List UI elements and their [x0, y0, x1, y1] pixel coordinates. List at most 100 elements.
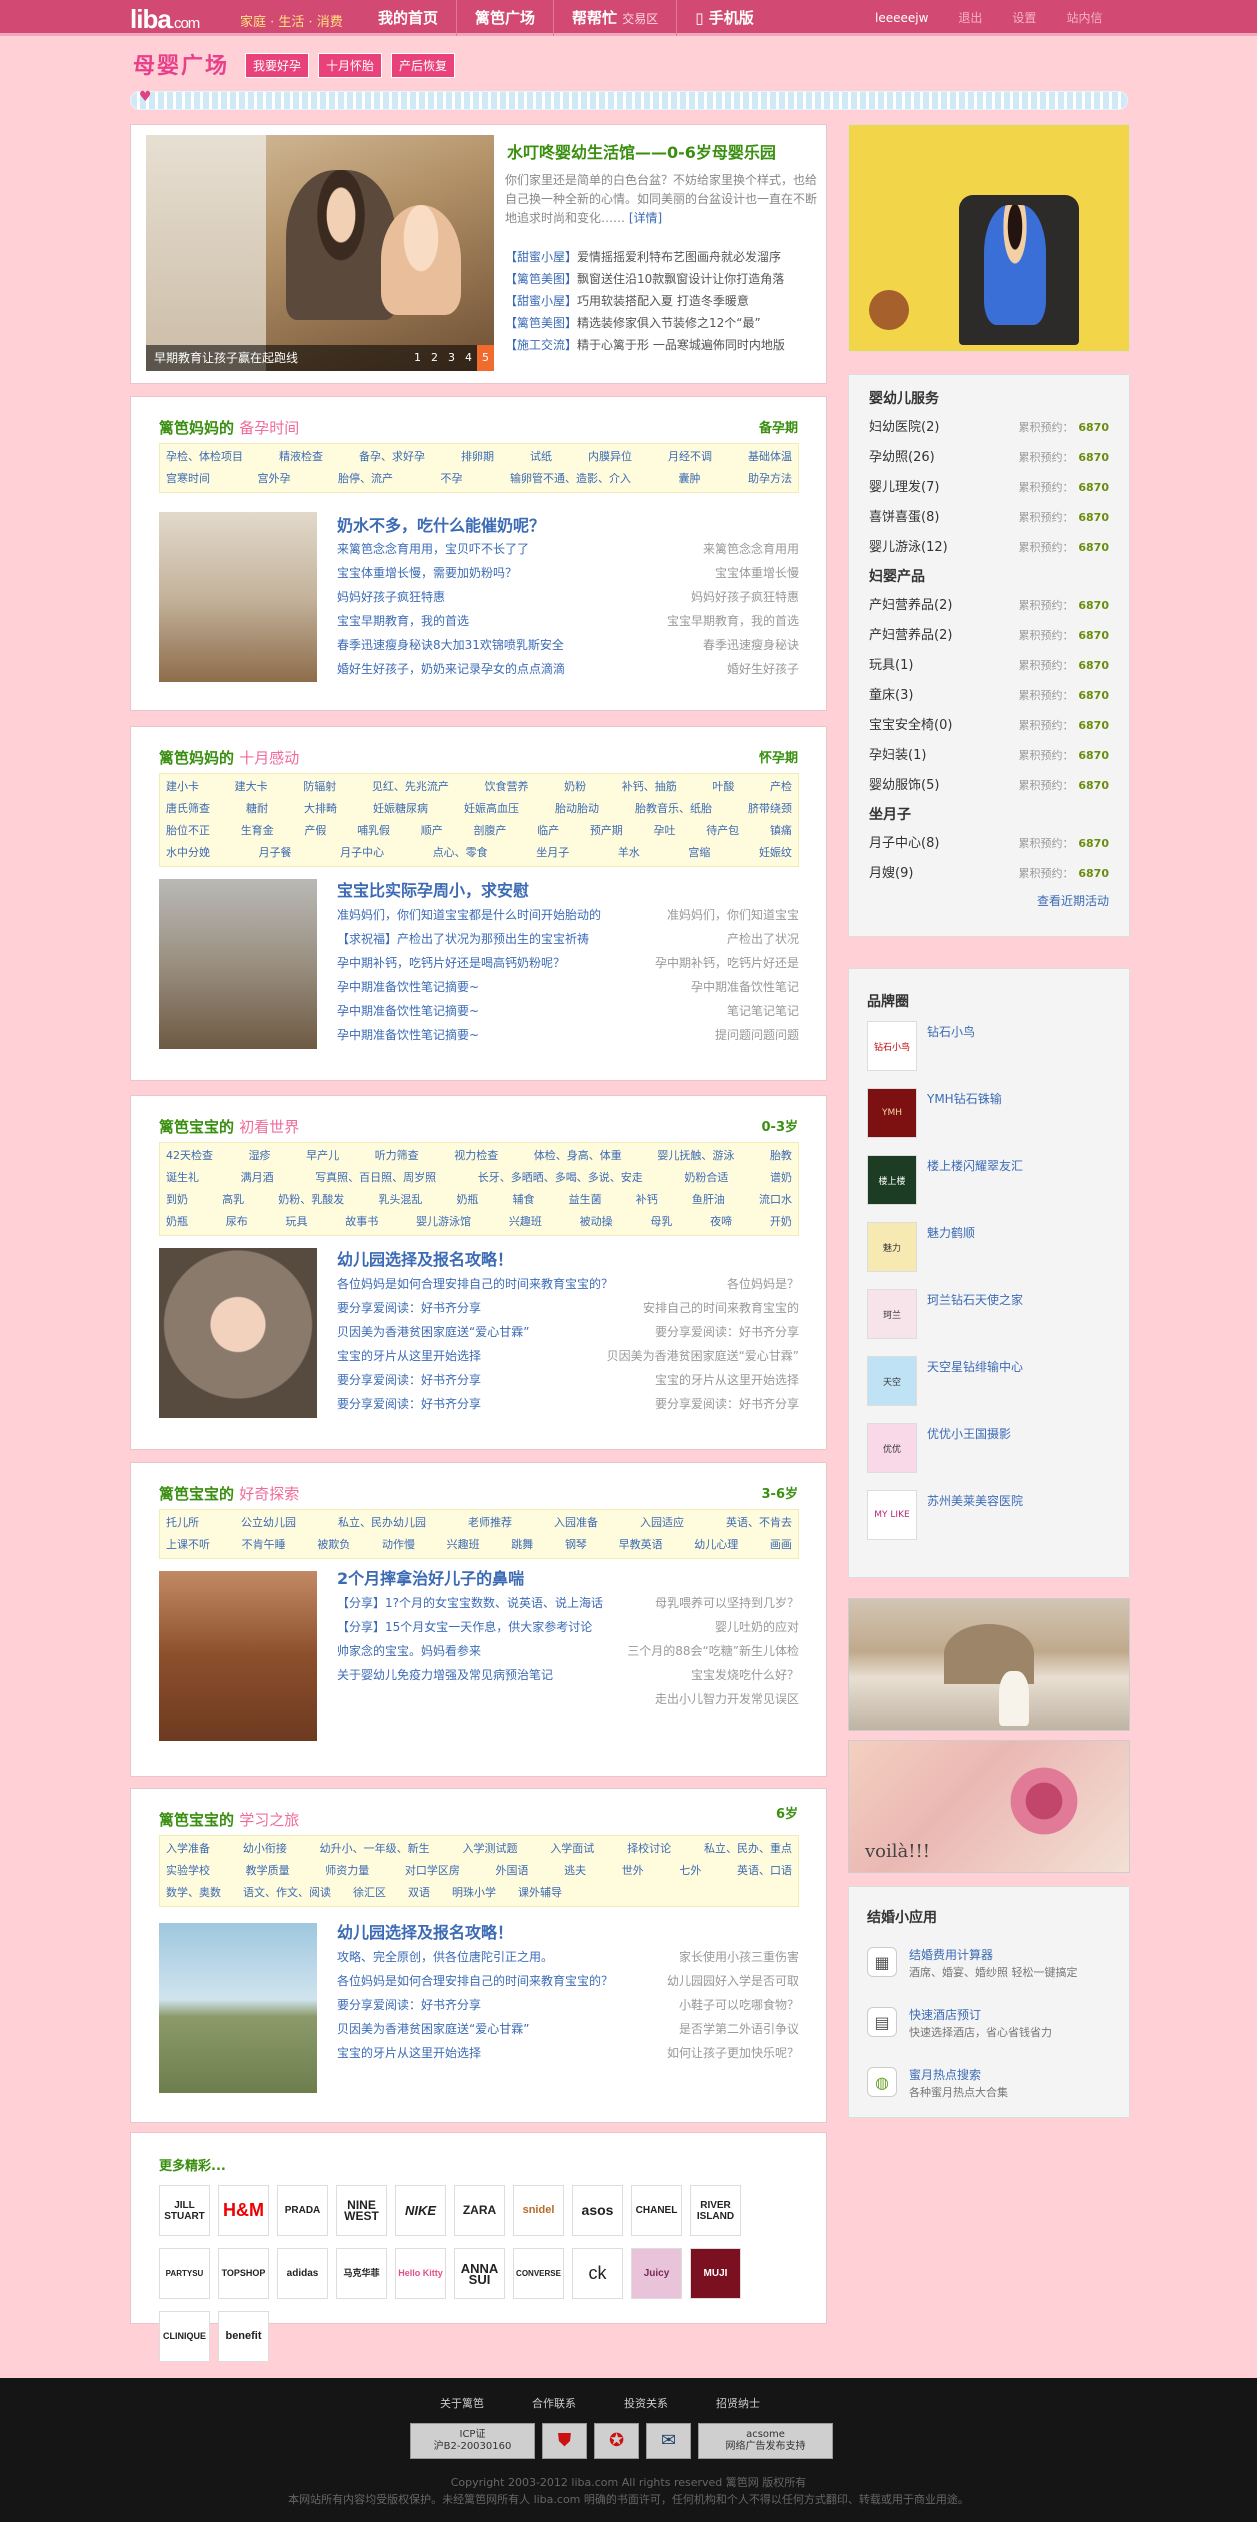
- keyword-link[interactable]: 脐带绕颈: [748, 798, 792, 820]
- service-item[interactable]: 玩具(1) 累积预约： 6870: [869, 651, 1109, 681]
- keyword-link[interactable]: 私立、民办幼儿园: [338, 1512, 426, 1534]
- logout-link[interactable]: 退出: [958, 0, 982, 36]
- list-item[interactable]: 来篱笆念念育用用，宝贝吓不长了了 来篱笆念念育用用: [337, 537, 799, 561]
- tag-button[interactable]: 我要好孕: [245, 53, 310, 78]
- keyword-link[interactable]: 长牙、多晒晒、多喝、多说、安走: [478, 1167, 643, 1189]
- keyword-link[interactable]: 产检: [770, 776, 792, 798]
- keyword-link[interactable]: 跳舞: [511, 1534, 533, 1556]
- keyword-link[interactable]: 奶粉合适: [684, 1167, 728, 1189]
- details-link[interactable]: [详情]: [629, 211, 662, 225]
- keyword-link[interactable]: 点心、零食: [433, 842, 488, 864]
- keyword-link[interactable]: 被欺负: [317, 1534, 350, 1556]
- service-item[interactable]: 产妇营养品(2) 累积预约： 6870: [869, 591, 1109, 621]
- keyword-link[interactable]: 视力检查: [454, 1145, 498, 1167]
- service-item[interactable]: 童床(3) 累积预约： 6870: [869, 681, 1109, 711]
- keyword-link[interactable]: 上课不听: [166, 1534, 210, 1556]
- username-link[interactable]: leeeeejw: [875, 0, 928, 36]
- keyword-link[interactable]: 婴儿游泳馆: [416, 1211, 471, 1233]
- keyword-link[interactable]: 胎停、流产: [338, 468, 393, 490]
- keyword-link[interactable]: 胎教: [770, 1145, 792, 1167]
- keyword-link[interactable]: 剖腹产: [473, 820, 506, 842]
- brand-item[interactable]: 楼上楼 楼上楼闪耀翠友汇: [867, 1155, 1027, 1215]
- keyword-link[interactable]: 坐月子: [536, 842, 569, 864]
- nav-home[interactable]: 我的首页: [360, 0, 458, 36]
- keyword-link[interactable]: 补钙: [636, 1189, 658, 1211]
- keyword-link[interactable]: 大排畸: [304, 798, 337, 820]
- brand-logo[interactable]: H&M: [218, 2185, 269, 2236]
- service-item[interactable]: 产妇营养品(2) 累积预约： 6870: [869, 621, 1109, 651]
- keyword-link[interactable]: 鱼肝油: [692, 1189, 725, 1211]
- keyword-link[interactable]: 月经不调: [668, 446, 712, 468]
- keyword-link[interactable]: 写真照、百日照、周岁照: [315, 1167, 436, 1189]
- section-title[interactable]: 篱笆宝宝的 初看世界: [159, 1116, 299, 1137]
- keyword-link[interactable]: 待产包: [706, 820, 739, 842]
- keyword-link[interactable]: 备孕、求好孕: [359, 446, 425, 468]
- slide-page[interactable]: 4: [460, 345, 477, 371]
- keyword-link[interactable]: 助孕方法: [748, 468, 792, 490]
- list-item[interactable]: 贝因美为香港贫困家庭送“爱心甘霖” 要分享爱阅读：好书齐分享: [337, 1320, 799, 1344]
- sidebar-photo-venice[interactable]: [848, 1598, 1130, 1731]
- slide-page[interactable]: 2: [426, 345, 443, 371]
- keyword-link[interactable]: 预产期: [590, 820, 623, 842]
- list-item[interactable]: 【篱笆美图】精选装修家俱入节装修之12个“最”: [505, 312, 825, 334]
- keyword-link[interactable]: 排卵期: [461, 446, 494, 468]
- section-title[interactable]: 篱笆宝宝的 学习之旅: [159, 1809, 299, 1830]
- nav-help[interactable]: 帮帮忙 交易区: [554, 0, 678, 36]
- keyword-link[interactable]: 益生菌: [569, 1189, 602, 1211]
- keyword-link[interactable]: 叶酸: [712, 776, 734, 798]
- brand-item[interactable]: YMH YMH钻石铢输: [867, 1088, 1027, 1148]
- keyword-link[interactable]: 兴趣班: [447, 1534, 480, 1556]
- keyword-link[interactable]: 婴儿抚触、游泳: [657, 1145, 734, 1167]
- list-item[interactable]: 各位妈妈是如何合理安排自己的时间来教育宝宝的？ 各位妈妈是？: [337, 1272, 799, 1296]
- keyword-link[interactable]: 明珠小学: [452, 1882, 496, 1904]
- keyword-link[interactable]: 基础体温: [748, 446, 792, 468]
- list-item[interactable]: 【甜蜜小屋】巧用软装搭配入夏 打造冬季暖意: [505, 290, 825, 312]
- sidebar-promo-photo[interactable]: [848, 124, 1130, 352]
- brand-logo[interactable]: CHANEL: [631, 2185, 682, 2236]
- network-badge[interactable]: ✉: [646, 2423, 691, 2459]
- keyword-link[interactable]: 托儿所: [166, 1512, 199, 1534]
- brand-logo[interactable]: MUJI: [690, 2248, 741, 2299]
- keyword-link[interactable]: 体检、身高、体重: [534, 1145, 622, 1167]
- service-item[interactable]: 婴儿理发(7) 累积预约： 6870: [869, 473, 1109, 503]
- keyword-link[interactable]: 月子中心: [340, 842, 384, 864]
- feature-slideshow[interactable]: 早期教育让孩子赢在起跑线 1 2 3 4 5: [146, 135, 494, 371]
- keyword-link[interactable]: 世外: [622, 1860, 644, 1882]
- list-item[interactable]: 准妈妈们，你们知道宝宝都是什么时间开始胎动的 准妈妈们，你们知道宝宝: [337, 903, 799, 927]
- keyword-link[interactable]: 临产: [537, 820, 559, 842]
- service-item[interactable]: 月嫂(9) 累积预约： 6870: [869, 859, 1109, 889]
- security-badge[interactable]: ✪: [594, 2423, 639, 2459]
- brand-logo[interactable]: PARTYSU: [159, 2248, 210, 2299]
- section-headline[interactable]: 幼儿园选择及报名攻略！: [337, 1246, 513, 1270]
- keyword-link[interactable]: 英语、口语: [737, 1860, 792, 1882]
- list-item[interactable]: 宝宝早期教育，我的首选 宝宝早期教育，我的首选: [337, 609, 799, 633]
- view-recent-events-link[interactable]: 查看近期活动: [869, 889, 1109, 913]
- list-item[interactable]: 各位妈妈是如何合理安排自己的时间来教育宝宝的？ 幼儿园园好入学是否可取: [337, 1969, 799, 1993]
- brand-item[interactable]: 天空 天空星钻绯输中心: [867, 1356, 1027, 1416]
- brand-logo[interactable]: NINE WEST: [336, 2185, 387, 2236]
- keyword-link[interactable]: 建小卡: [166, 776, 199, 798]
- keyword-link[interactable]: 流口水: [759, 1189, 792, 1211]
- section-headline[interactable]: 宝宝比实际孕周小，求安慰: [337, 877, 529, 901]
- slide-page[interactable]: 3: [443, 345, 460, 371]
- keyword-link[interactable]: 夜啼: [710, 1211, 732, 1233]
- section-photo[interactable]: [159, 879, 317, 1049]
- section-title[interactable]: 篱笆妈妈的 十月感动: [159, 747, 299, 768]
- keyword-link[interactable]: 内膜异位: [588, 446, 632, 468]
- list-item[interactable]: 宝宝的牙片从这里开始选择 如何让孩子更加快乐呢？: [337, 2041, 799, 2065]
- keyword-link[interactable]: 补钙、抽筋: [622, 776, 677, 798]
- keyword-link[interactable]: 早教英语: [619, 1534, 663, 1556]
- slide-page-active[interactable]: 5: [477, 345, 494, 371]
- keyword-link[interactable]: 奶粉: [564, 776, 586, 798]
- keyword-link[interactable]: 双语: [408, 1882, 430, 1904]
- list-item[interactable]: 宝宝的牙片从这里开始选择 贝因美为香港贫困家庭送“爱心甘霖”: [337, 1344, 799, 1368]
- brand-logo[interactable]: PRADA: [277, 2185, 328, 2236]
- service-item[interactable]: 孕幼照(26) 累积预约： 6870: [869, 443, 1109, 473]
- list-item[interactable]: 婚好生好孩子，奶奶来记录孕女的点点滴滴 婚好生好孩子: [337, 657, 799, 681]
- keyword-link[interactable]: 产假: [304, 820, 326, 842]
- brand-logo[interactable]: TOPSHOP: [218, 2248, 269, 2299]
- keyword-link[interactable]: 实验学校: [166, 1860, 210, 1882]
- footer-link[interactable]: 投资关系: [624, 2395, 668, 2411]
- keyword-link[interactable]: 妊娠纹: [759, 842, 792, 864]
- list-item[interactable]: 【篱笆美图】飘窗送住沿10款飘窗设计让你打造角落: [505, 268, 825, 290]
